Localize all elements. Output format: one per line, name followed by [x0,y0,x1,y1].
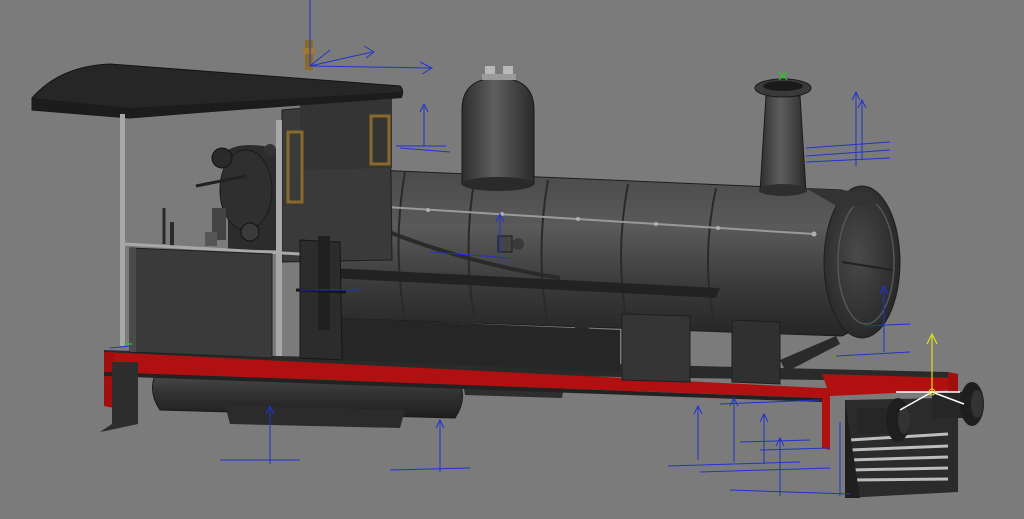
3d-viewport[interactable] [0,0,1024,519]
cab-pillar-front [276,120,282,356]
viewport-canvas[interactable] [0,0,1024,519]
clack-valve[interactable] [497,235,524,253]
steam-dome[interactable] [461,66,535,191]
chimney-gizmo [805,90,891,166]
boiler[interactable] [303,167,893,337]
chimney[interactable] [754,78,812,196]
cab-pillar-rear [120,114,125,346]
locomotive-model[interactable] [31,40,984,498]
side-box[interactable] [295,236,347,361]
